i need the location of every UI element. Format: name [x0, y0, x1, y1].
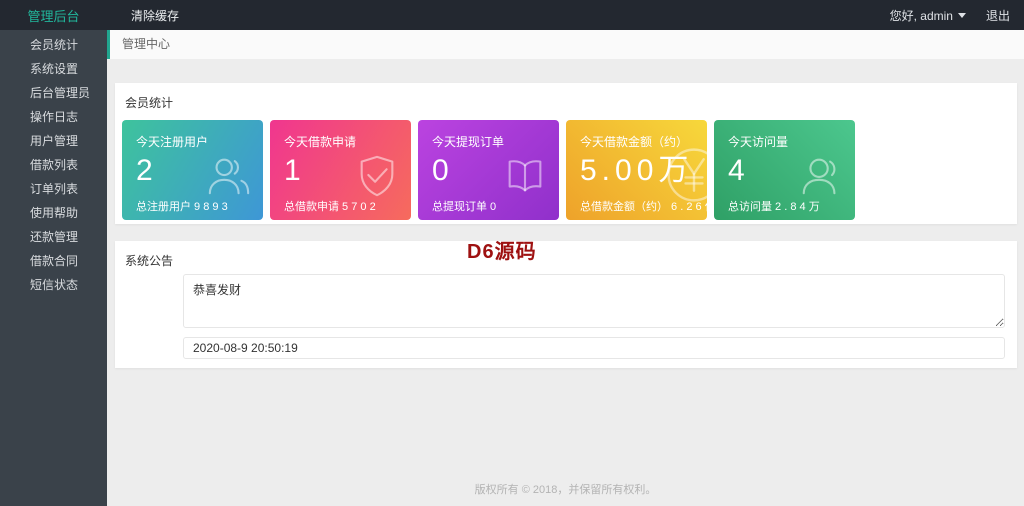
stat-card-label: 今天借款申请 [284, 133, 397, 150]
sidebar-item-order-list[interactable]: 订单列表 [0, 177, 107, 201]
watermark: D6源码 [467, 235, 537, 264]
announcement-time-input[interactable] [183, 337, 1005, 359]
user-menu[interactable]: 您好, admin [890, 7, 966, 24]
stat-card-total: 总注册用户 9 8 9 3 [136, 198, 249, 214]
topbar: 管理后台 清除缓存 您好, admin 退出 [0, 0, 1024, 30]
sidebar-item-user-management[interactable]: 用户管理 [0, 129, 107, 153]
stat-card-value: 2 [136, 154, 249, 189]
stat-card-value: 0 [432, 154, 545, 189]
announcement-panel: 系统公告 恭喜发财 [115, 241, 1017, 368]
stat-card-label: 今天访问量 [728, 133, 841, 150]
sidebar-item-member-stats[interactable]: 会员统计 [0, 33, 107, 57]
stat-card-total: 总提现订单 0 [432, 198, 545, 214]
sidebar-item-help[interactable]: 使用帮助 [0, 201, 107, 225]
logout-button[interactable]: 退出 [986, 7, 1010, 24]
member-stats-panel: 会员统计 今天注册用户 2 总注册用户 9 8 9 3 今天借款申请 1 总借款… [115, 83, 1017, 224]
sidebar-item-system-settings[interactable]: 系统设置 [0, 57, 107, 81]
stat-card-label: 今天注册用户 [136, 133, 249, 150]
stat-card-total: 总访问量 2 . 8 4 万 [728, 198, 841, 214]
breadcrumb: 管理中心 [107, 30, 1024, 59]
stat-card-value: 4 [728, 154, 841, 189]
sidebar: 会员统计 系统设置 后台管理员 操作日志 用户管理 借款列表 订单列表 使用帮助… [0, 30, 107, 506]
stats-panel-title: 会员统计 [115, 83, 1017, 120]
stat-card-value: 5.00万 [580, 154, 693, 189]
chevron-down-icon [958, 13, 966, 18]
stat-card-withdraw-orders: 今天提现订单 0 总提现订单 0 [418, 120, 559, 220]
user-greeting-label: 您好, admin [890, 7, 953, 24]
brand-title[interactable]: 管理后台 [0, 6, 107, 25]
sidebar-item-loan-contract[interactable]: 借款合同 [0, 249, 107, 273]
sidebar-item-operation-logs[interactable]: 操作日志 [0, 105, 107, 129]
sidebar-item-sms-status[interactable]: 短信状态 [0, 273, 107, 297]
stat-card-label: 今天提现订单 [432, 133, 545, 150]
stat-cards-row: 今天注册用户 2 总注册用户 9 8 9 3 今天借款申请 1 总借款申请 5 … [115, 120, 1017, 220]
stat-card-loan-applications: 今天借款申请 1 总借款申请 5 7 0 2 [270, 120, 411, 220]
main-content: 会员统计 今天注册用户 2 总注册用户 9 8 9 3 今天借款申请 1 总借款… [107, 59, 1024, 506]
sidebar-item-repayment-management[interactable]: 还款管理 [0, 225, 107, 249]
stat-card-visits: 今天访问量 4 总访问量 2 . 8 4 万 [714, 120, 855, 220]
stat-card-total: 总借款金额（约） 6 . 2 6 亿 [580, 198, 693, 214]
clear-cache-button[interactable]: 清除缓存 [131, 7, 179, 24]
footer-copyright: 版权所有 © 2018，并保留所有权利。 [107, 481, 1024, 497]
stat-card-loan-amount: 今天借款金额（约） 5.00万 总借款金额（约） 6 . 2 6 亿 [566, 120, 707, 220]
announcement-textarea[interactable]: 恭喜发财 [183, 274, 1005, 328]
stat-card-registered-users: 今天注册用户 2 总注册用户 9 8 9 3 [122, 120, 263, 220]
stat-card-total: 总借款申请 5 7 0 2 [284, 198, 397, 214]
announcement-panel-title: 系统公告 [115, 241, 1017, 278]
sidebar-item-admin-managers[interactable]: 后台管理员 [0, 81, 107, 105]
sidebar-item-loan-list[interactable]: 借款列表 [0, 153, 107, 177]
stat-card-value: 1 [284, 154, 397, 189]
